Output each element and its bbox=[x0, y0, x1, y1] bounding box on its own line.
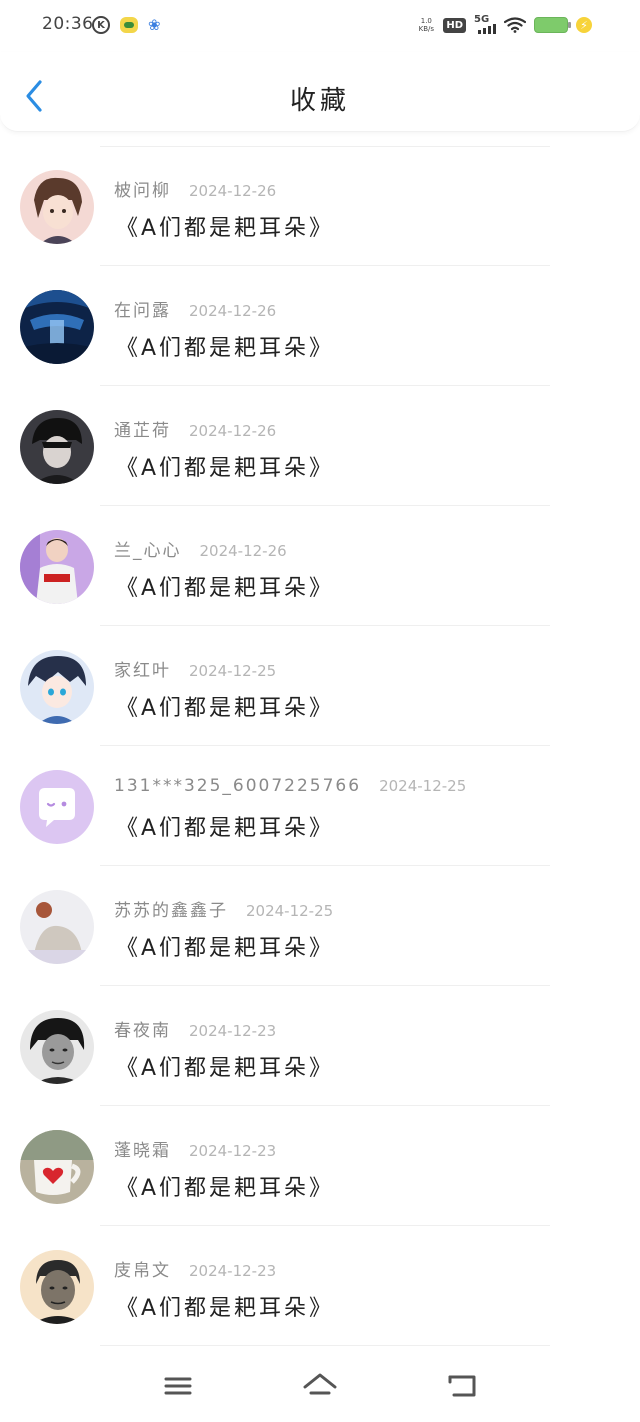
avatar[interactable] bbox=[20, 1010, 94, 1084]
system-nav-bar bbox=[0, 1350, 640, 1422]
list-item[interactable]: 柀问柳 2024-12-26 《A们都是耙耳朵》 bbox=[0, 146, 640, 266]
list-item-meta: 柀问柳 2024-12-26 bbox=[114, 176, 276, 201]
list-item[interactable]: 蓬晓霜 2024-12-23 《A们都是耙耳朵》 bbox=[0, 1106, 640, 1226]
list-item[interactable]: 家红叶 2024-12-25 《A们都是耙耳朵》 bbox=[0, 626, 640, 746]
username: 在问露 bbox=[114, 301, 171, 321]
list-item-meta: 苏苏的鑫鑫子 2024-12-25 bbox=[114, 896, 333, 921]
avatar[interactable] bbox=[20, 1250, 94, 1324]
header: 收藏 bbox=[0, 52, 640, 132]
date: 2024-12-23 bbox=[189, 1142, 277, 1160]
avatar[interactable] bbox=[20, 890, 94, 964]
avatar[interactable] bbox=[20, 530, 94, 604]
avatar[interactable] bbox=[20, 290, 94, 364]
date: 2024-12-26 bbox=[199, 542, 287, 560]
date: 2024-12-25 bbox=[379, 777, 467, 795]
work-title[interactable]: 《A们都是耙耳朵》 bbox=[116, 450, 334, 482]
list-item-meta: 蓬晓霜 2024-12-23 bbox=[114, 1136, 276, 1161]
menu-icon[interactable] bbox=[158, 1368, 198, 1404]
list-item[interactable]: 131***325_6007225766 2024-12-25 《A们都是耙耳朵… bbox=[0, 746, 640, 866]
list-item[interactable]: 兰_心心 2024-12-26 《A们都是耙耳朵》 bbox=[0, 506, 640, 626]
date: 2024-12-26 bbox=[189, 302, 277, 320]
work-title[interactable]: 《A们都是耙耳朵》 bbox=[116, 1170, 334, 1202]
page-title: 收藏 bbox=[289, 86, 350, 116]
status-bar: 20:36 K ❀ 1.0 KB/s HD 5G ⚡ bbox=[0, 0, 640, 52]
list-item-meta: 131***325_6007225766 2024-12-25 bbox=[114, 776, 466, 796]
paw-icon: ❀ bbox=[148, 16, 161, 34]
avatar[interactable] bbox=[20, 410, 94, 484]
list-item[interactable]: 苏苏的鑫鑫子 2024-12-25 《A们都是耙耳朵》 bbox=[0, 866, 640, 986]
list-item-meta: 庋帛文 2024-12-23 bbox=[114, 1256, 276, 1281]
date: 2024-12-23 bbox=[189, 1022, 277, 1040]
work-title[interactable]: 《A们都是耙耳朵》 bbox=[116, 930, 334, 962]
date: 2024-12-26 bbox=[189, 182, 277, 200]
charging-bolt-icon: ⚡ bbox=[576, 17, 592, 33]
username: 131***325_6007225766 bbox=[114, 776, 362, 796]
list-item-meta: 兰_心心 2024-12-26 bbox=[114, 536, 287, 561]
network-speed: 1.0 KB/s bbox=[418, 17, 435, 33]
date: 2024-12-25 bbox=[189, 662, 277, 680]
work-title[interactable]: 《A们都是耙耳朵》 bbox=[116, 1290, 334, 1322]
wifi-icon bbox=[504, 17, 526, 33]
k-circle-icon: K bbox=[92, 16, 110, 34]
username: 蓬晓霜 bbox=[114, 1141, 171, 1161]
avatar[interactable] bbox=[20, 170, 94, 244]
work-title[interactable]: 《A们都是耙耳朵》 bbox=[116, 210, 334, 242]
list-item-meta: 在问露 2024-12-26 bbox=[114, 296, 276, 321]
date: 2024-12-23 bbox=[189, 1262, 277, 1280]
username: 苏苏的鑫鑫子 bbox=[114, 901, 228, 921]
username: 家红叶 bbox=[114, 661, 171, 681]
battery-icon bbox=[534, 17, 571, 33]
list-item[interactable]: 庋帛文 2024-12-23 《A们都是耙耳朵》 bbox=[0, 1226, 640, 1346]
work-title[interactable]: 《A们都是耙耳朵》 bbox=[116, 330, 334, 362]
date: 2024-12-26 bbox=[189, 422, 277, 440]
status-icons-left: K ❀ bbox=[92, 14, 161, 36]
list-item[interactable]: 春夜南 2024-12-23 《A们都是耙耳朵》 bbox=[0, 986, 640, 1106]
username: 春夜南 bbox=[114, 1021, 171, 1041]
avatar[interactable] bbox=[20, 1130, 94, 1204]
username: 柀问柳 bbox=[114, 181, 171, 201]
list-item-meta: 家红叶 2024-12-25 bbox=[114, 656, 276, 681]
username: 庋帛文 bbox=[114, 1261, 171, 1281]
status-icons-right: 1.0 KB/s HD 5G ⚡ bbox=[417, 12, 592, 38]
work-title[interactable]: 《A们都是耙耳朵》 bbox=[116, 690, 334, 722]
avatar[interactable] bbox=[20, 770, 94, 844]
signal-label: 5G bbox=[474, 14, 490, 25]
favorites-list: 柀问柳 2024-12-26 《A们都是耙耳朵》 在问露 2024-12-26 … bbox=[0, 146, 640, 1346]
username: 兰_心心 bbox=[114, 541, 182, 561]
list-item[interactable]: 通芷荷 2024-12-26 《A们都是耙耳朵》 bbox=[0, 386, 640, 506]
status-time: 20:36 bbox=[42, 14, 94, 34]
list-item[interactable]: 在问露 2024-12-26 《A们都是耙耳朵》 bbox=[0, 266, 640, 386]
signal-5g-icon: 5G bbox=[474, 14, 496, 36]
hd-icon: HD bbox=[443, 17, 466, 33]
list-item-meta: 春夜南 2024-12-23 bbox=[114, 1016, 276, 1041]
app-notification-icon bbox=[120, 17, 138, 33]
username: 通芷荷 bbox=[114, 421, 171, 441]
date: 2024-12-25 bbox=[246, 902, 334, 920]
back-arrow-icon[interactable] bbox=[442, 1368, 482, 1404]
list-item-meta: 通芷荷 2024-12-26 bbox=[114, 416, 276, 441]
avatar[interactable] bbox=[20, 650, 94, 724]
home-icon[interactable] bbox=[300, 1368, 340, 1404]
work-title[interactable]: 《A们都是耙耳朵》 bbox=[116, 570, 334, 602]
work-title[interactable]: 《A们都是耙耳朵》 bbox=[116, 810, 334, 842]
work-title[interactable]: 《A们都是耙耳朵》 bbox=[116, 1050, 334, 1082]
